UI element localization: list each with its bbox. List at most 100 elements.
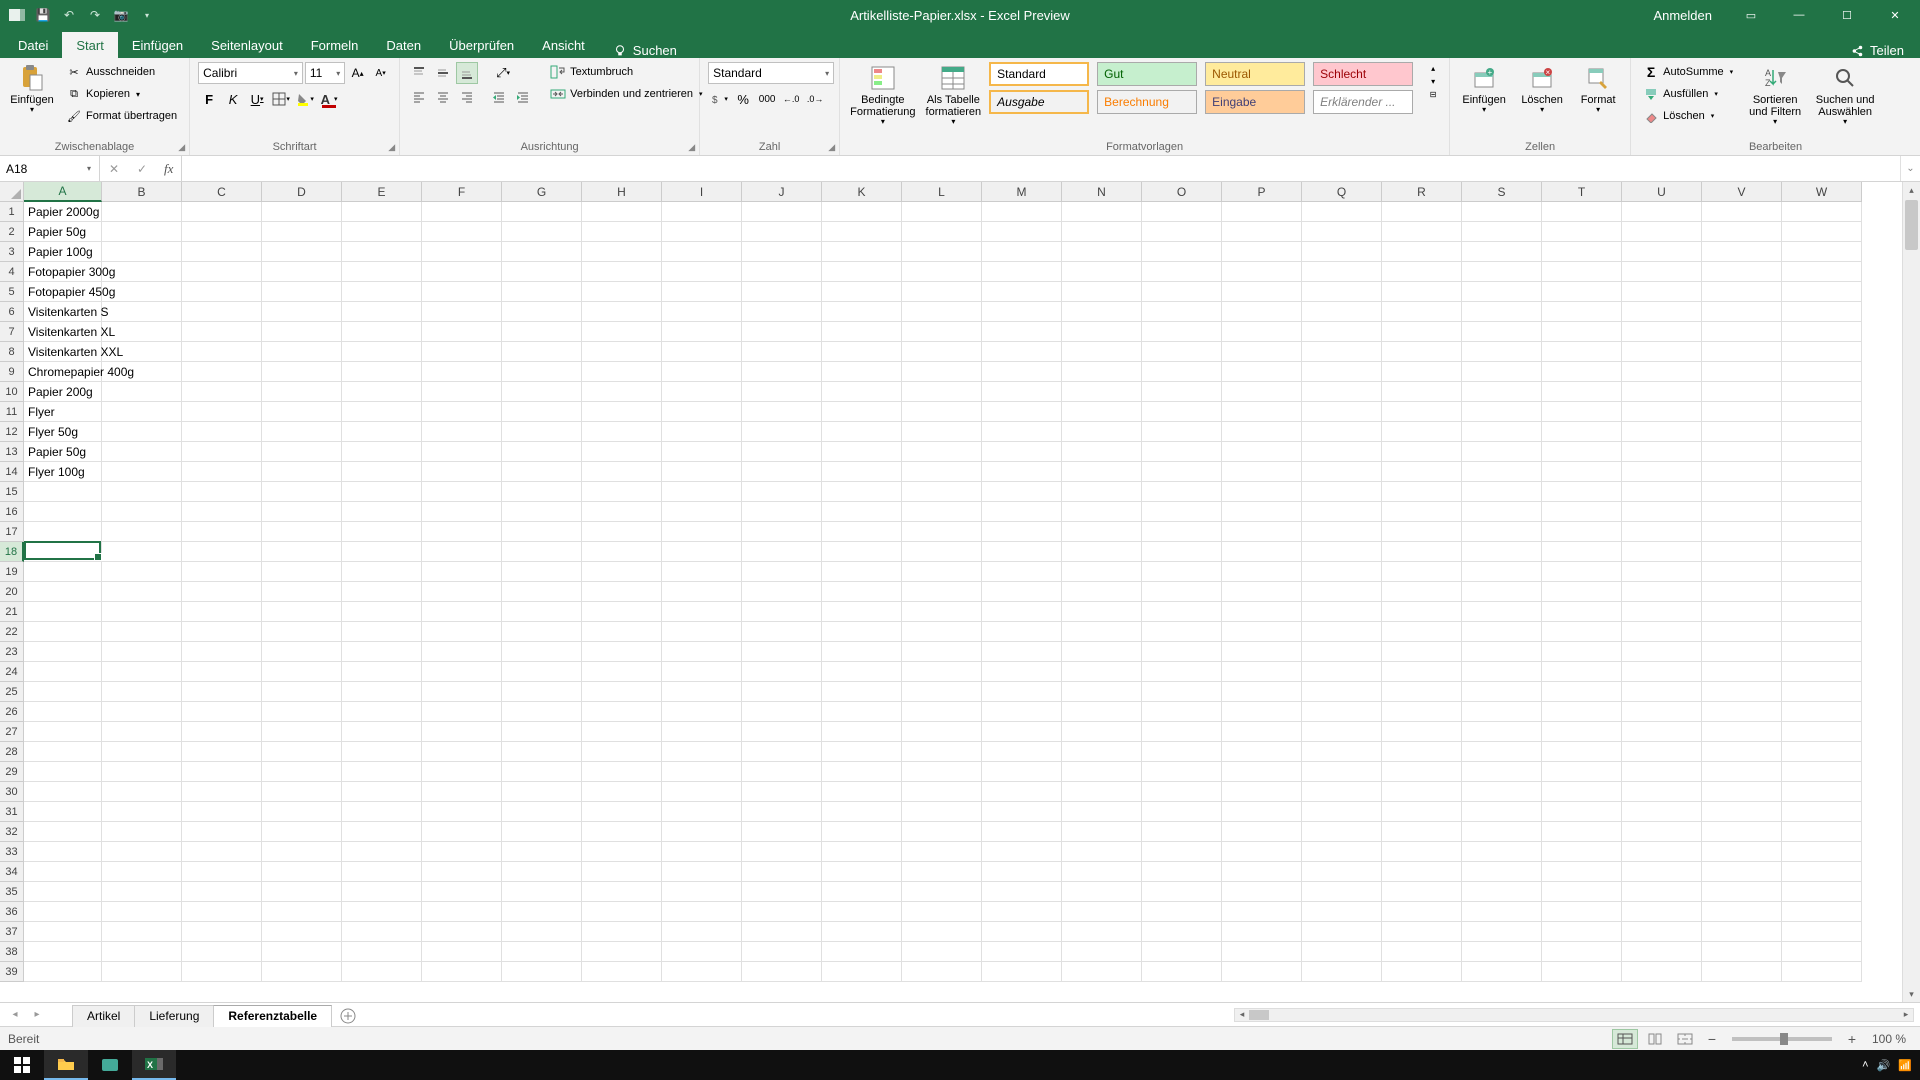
- cell[interactable]: [422, 342, 502, 362]
- cell[interactable]: [1782, 942, 1862, 962]
- cell[interactable]: [422, 942, 502, 962]
- cell[interactable]: [422, 662, 502, 682]
- cell[interactable]: [422, 902, 502, 922]
- cell[interactable]: [1222, 462, 1302, 482]
- cell[interactable]: [102, 422, 182, 442]
- cell[interactable]: [1542, 722, 1622, 742]
- cell[interactable]: [1382, 862, 1462, 882]
- cell[interactable]: [422, 822, 502, 842]
- cell[interactable]: [742, 342, 822, 362]
- cell[interactable]: [1702, 582, 1782, 602]
- cell[interactable]: [1302, 802, 1382, 822]
- cell[interactable]: [982, 342, 1062, 362]
- cell[interactable]: [1702, 382, 1782, 402]
- cell[interactable]: [982, 522, 1062, 542]
- column-header[interactable]: O: [1142, 182, 1222, 202]
- cell[interactable]: [742, 922, 822, 942]
- row-header[interactable]: 16: [0, 502, 24, 522]
- insert-cells-button[interactable]: +Einfügen▾: [1458, 62, 1510, 117]
- row-header[interactable]: 5: [0, 282, 24, 302]
- cell[interactable]: [1462, 702, 1542, 722]
- cell[interactable]: [182, 742, 262, 762]
- tab-formeln[interactable]: Formeln: [297, 32, 373, 58]
- cell[interactable]: [1062, 762, 1142, 782]
- cell[interactable]: [662, 582, 742, 602]
- cell[interactable]: [24, 582, 102, 602]
- cell[interactable]: [1542, 342, 1622, 362]
- cell[interactable]: [1062, 362, 1142, 382]
- cell[interactable]: [182, 282, 262, 302]
- cell[interactable]: [1462, 822, 1542, 842]
- cell[interactable]: [422, 702, 502, 722]
- cell[interactable]: [982, 482, 1062, 502]
- cell[interactable]: [1142, 742, 1222, 762]
- cell[interactable]: [24, 922, 102, 942]
- horizontal-scrollbar[interactable]: ◂ ▸: [1234, 1008, 1914, 1022]
- cell[interactable]: [1142, 562, 1222, 582]
- cell[interactable]: [342, 362, 422, 382]
- cell[interactable]: [102, 782, 182, 802]
- cell[interactable]: [902, 462, 982, 482]
- cell[interactable]: [1462, 382, 1542, 402]
- number-format-combo[interactable]: Standard▾: [708, 62, 834, 84]
- cell[interactable]: [1302, 642, 1382, 662]
- cell[interactable]: [742, 802, 822, 822]
- cell[interactable]: [342, 542, 422, 562]
- cell[interactable]: [1782, 442, 1862, 462]
- cell[interactable]: [262, 522, 342, 542]
- cell[interactable]: [1622, 802, 1702, 822]
- cell[interactable]: [1622, 782, 1702, 802]
- cell[interactable]: [1302, 402, 1382, 422]
- cell[interactable]: [582, 822, 662, 842]
- cell[interactable]: [1382, 962, 1462, 982]
- cell[interactable]: [662, 422, 742, 442]
- cell[interactable]: [822, 542, 902, 562]
- cell[interactable]: [1142, 602, 1222, 622]
- cell[interactable]: [742, 362, 822, 382]
- cell[interactable]: [822, 942, 902, 962]
- cell[interactable]: [1222, 202, 1302, 222]
- cell[interactable]: [1142, 542, 1222, 562]
- row-header[interactable]: 6: [0, 302, 24, 322]
- undo-icon[interactable]: ↶: [58, 4, 80, 26]
- cell[interactable]: [742, 302, 822, 322]
- cell[interactable]: [902, 702, 982, 722]
- sheet-nav-next-icon[interactable]: ▸: [28, 1006, 46, 1024]
- cell[interactable]: [822, 802, 902, 822]
- cell[interactable]: [742, 782, 822, 802]
- cell[interactable]: [1542, 702, 1622, 722]
- cell[interactable]: [262, 422, 342, 442]
- cell[interactable]: [1302, 582, 1382, 602]
- cell[interactable]: [1542, 902, 1622, 922]
- cell[interactable]: [1062, 602, 1142, 622]
- cell[interactable]: [982, 682, 1062, 702]
- cell[interactable]: [1382, 242, 1462, 262]
- cell[interactable]: [422, 622, 502, 642]
- cell[interactable]: [1622, 462, 1702, 482]
- cell[interactable]: [1062, 562, 1142, 582]
- cell[interactable]: [342, 342, 422, 362]
- cell[interactable]: [342, 462, 422, 482]
- cell[interactable]: [1142, 382, 1222, 402]
- cell[interactable]: Papier 50g: [24, 222, 102, 242]
- cell[interactable]: [102, 482, 182, 502]
- cell[interactable]: [822, 462, 902, 482]
- cell[interactable]: [822, 502, 902, 522]
- cell[interactable]: [1782, 962, 1862, 982]
- cell[interactable]: [1382, 542, 1462, 562]
- cell[interactable]: [902, 422, 982, 442]
- cell[interactable]: [502, 882, 582, 902]
- column-header[interactable]: L: [902, 182, 982, 202]
- cell[interactable]: [1062, 222, 1142, 242]
- cell[interactable]: [102, 302, 182, 322]
- cell[interactable]: [1302, 622, 1382, 642]
- cell[interactable]: [102, 622, 182, 642]
- cell[interactable]: [662, 662, 742, 682]
- cell[interactable]: [102, 582, 182, 602]
- cell[interactable]: [262, 502, 342, 522]
- cell[interactable]: [1462, 782, 1542, 802]
- cell[interactable]: [1462, 882, 1542, 902]
- cell[interactable]: [1142, 702, 1222, 722]
- row-header[interactable]: 27: [0, 722, 24, 742]
- cell[interactable]: [1622, 902, 1702, 922]
